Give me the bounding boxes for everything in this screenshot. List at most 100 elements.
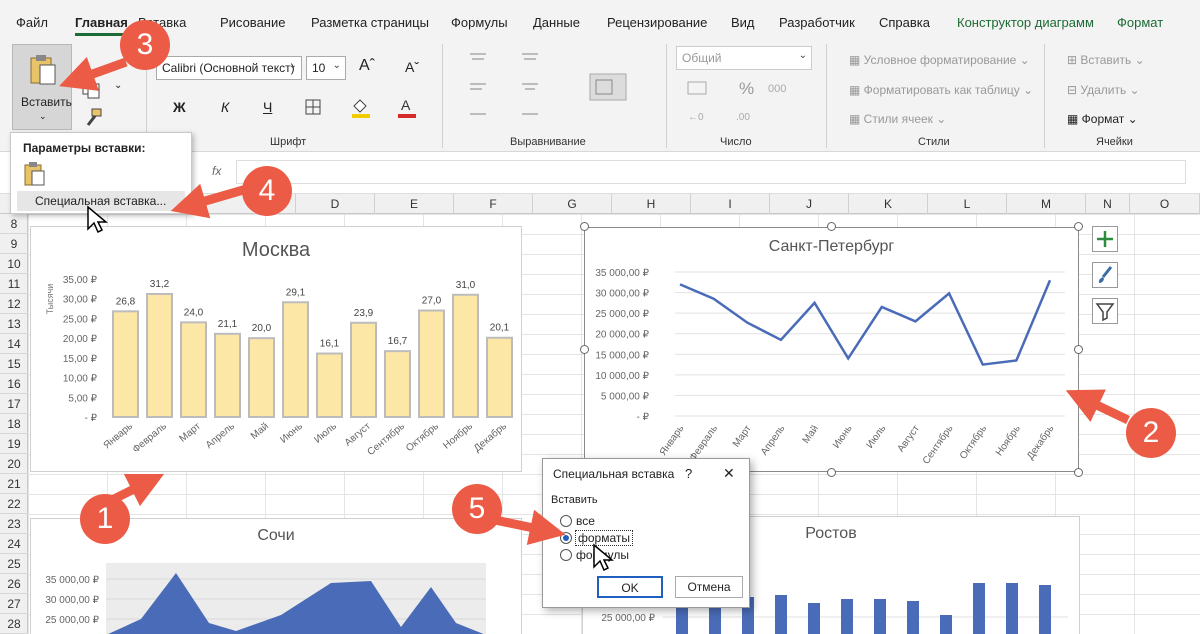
tab-draw[interactable]: Рисование [220,15,285,30]
font-name-select[interactable]: Calibri (Основной текст) ⌄ [156,56,302,80]
format-as-table-button[interactable]: ▦ Форматировать как таблицу ⌄ [848,82,1034,98]
copy-icon[interactable] [80,78,102,100]
column-header[interactable]: N [1086,194,1130,214]
formula-input[interactable] [236,160,1186,184]
bar [1039,585,1051,634]
radio-all[interactable] [560,515,572,527]
tab-data[interactable]: Данные [533,15,580,30]
column-header[interactable]: M [1007,194,1086,214]
insert-cells-button[interactable]: ⊞ Вставить ⌄ [1066,52,1146,68]
row-header[interactable]: 15 [0,354,28,374]
resize-handle[interactable] [1074,222,1083,231]
ok-button[interactable]: OK [597,576,663,598]
resize-handle[interactable] [1074,468,1083,477]
x-tick-label: Декабрь [471,420,509,454]
column-header[interactable]: J [770,194,849,214]
cell-styles-button[interactable]: ▦ Стили ячеек ⌄ [848,111,947,127]
column-header[interactable]: G [533,194,612,214]
paste-clipboard-icon[interactable] [23,161,47,187]
font-color-icon[interactable]: A [396,96,418,118]
row-header[interactable]: 24 [0,534,28,554]
increase-font-icon[interactable]: Aˆ [358,56,376,76]
x-tick-label: Декабрь [1024,423,1056,462]
row-header[interactable]: 10 [0,254,28,274]
decrease-font-icon[interactable]: Aˇ [404,58,420,76]
tab-home[interactable]: Главная [75,15,128,30]
row-header[interactable]: 11 [0,274,28,294]
column-header[interactable]: E [375,194,454,214]
underline-button[interactable]: Ч [262,98,273,116]
font-size-select[interactable]: 10 ⌄ [306,56,346,80]
row-header[interactable]: 13 [0,314,28,334]
resize-handle[interactable] [1074,345,1083,354]
row-header[interactable]: 8 [0,214,28,234]
radio-all-label[interactable]: все [576,514,595,528]
bold-button[interactable]: Ж [172,98,187,116]
row-header[interactable]: 12 [0,294,28,314]
column-header[interactable]: I [691,194,770,214]
row-header[interactable]: 19 [0,434,28,454]
data-label: 16,7 [388,336,408,347]
chart-filters-button[interactable] [1092,298,1118,324]
resize-handle[interactable] [580,345,589,354]
column-header[interactable]: H [612,194,691,214]
delete-cells-button[interactable]: ⊟ Удалить ⌄ [1066,82,1141,98]
row-header[interactable]: 18 [0,414,28,434]
x-tick-label: Апрель [204,421,237,451]
tab-formulas[interactable]: Формулы [451,15,508,30]
chart-elements-button[interactable] [1092,226,1118,252]
cancel-button[interactable]: Отмена [675,576,743,598]
alignment-buttons-icon[interactable] [462,48,642,128]
resize-handle[interactable] [580,222,589,231]
bar [350,321,377,418]
tab-view[interactable]: Вид [731,15,755,30]
fill-color-icon[interactable] [350,96,372,118]
row-header[interactable]: 20 [0,454,28,474]
row-header[interactable]: 25 [0,554,28,574]
copy-dropdown-icon[interactable]: ⌄ [114,80,122,91]
bar [384,350,411,418]
conditional-formatting-button[interactable]: ▦ Условное форматирование ⌄ [848,52,1031,68]
radio-formats[interactable] [560,532,572,544]
data-label: 20,1 [490,323,510,334]
row-header[interactable]: 9 [0,234,28,254]
close-icon[interactable]: ✕ [723,465,735,482]
help-icon[interactable]: ? [685,466,692,481]
row-header[interactable]: 17 [0,394,28,414]
tab-review[interactable]: Рецензирование [607,15,707,30]
tab-file[interactable]: Файл [16,15,48,30]
column-header[interactable]: K [849,194,928,214]
row-header[interactable]: 21 [0,474,28,494]
column-header[interactable]: O [1130,194,1200,214]
chart-saint-petersburg[interactable]: Санкт-Петербург 35 000,00 ₽30 000,00 ₽25… [584,227,1079,472]
row-header[interactable]: 27 [0,594,28,614]
row-header[interactable]: 28 [0,614,28,634]
row-header[interactable]: 26 [0,574,28,594]
italic-button[interactable]: К [220,98,230,116]
chart-styles-button[interactable] [1092,262,1118,288]
tab-chart-design[interactable]: Конструктор диаграмм [957,15,1094,30]
fx-icon[interactable]: fx [212,164,221,178]
tab-page-layout[interactable]: Разметка страницы [311,15,429,30]
number-format-select[interactable]: Общий ⌄ [676,46,812,70]
format-cells-button[interactable]: ▦ Формат ⌄ [1066,111,1139,127]
row-header[interactable]: 14 [0,334,28,354]
row-header[interactable]: 23 [0,514,28,534]
resize-handle[interactable] [827,468,836,477]
radio-formulas[interactable] [560,549,572,561]
column-header[interactable]: L [928,194,1007,214]
row-header[interactable]: 22 [0,494,28,514]
number-format-buttons-icon[interactable]: 000 ←0 .00 [686,76,796,126]
resize-handle[interactable] [827,222,836,231]
tab-developer[interactable]: Разработчик [779,15,855,30]
column-header[interactable]: F [454,194,533,214]
chart-moscow[interactable]: Москва 35,00 ₽30,00 ₽25,00 ₽20,00 ₽15,00… [30,226,522,472]
column-header[interactable]: D [296,194,375,214]
tab-help[interactable]: Справка [879,15,930,30]
paste-button[interactable]: Вставить ⌄ [12,44,72,130]
y-axis-label: Тысячи [45,284,55,315]
tab-format[interactable]: Формат [1117,15,1163,30]
row-header[interactable]: 16 [0,374,28,394]
format-painter-icon[interactable] [82,107,104,129]
borders-icon[interactable] [304,98,322,116]
